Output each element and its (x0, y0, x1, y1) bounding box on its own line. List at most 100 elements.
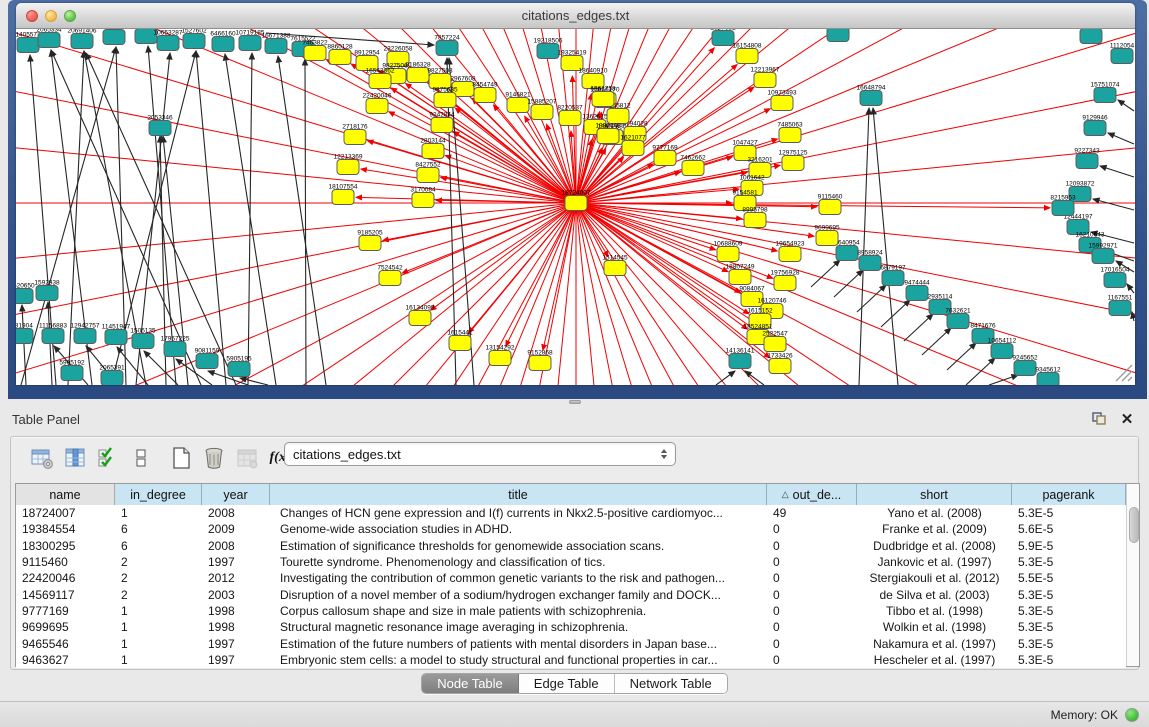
close-panel-button[interactable]: ✕ (1117, 410, 1137, 428)
network-node[interactable] (559, 111, 581, 126)
network-node[interactable] (1109, 301, 1131, 316)
network-node[interactable] (103, 30, 125, 45)
select-columns-button[interactable] (62, 445, 88, 471)
network-node[interactable] (265, 39, 287, 54)
network-node[interactable] (196, 354, 218, 369)
network-node[interactable] (61, 366, 83, 381)
network-node[interactable] (531, 105, 553, 120)
delete-table-button[interactable] (234, 445, 260, 471)
network-node[interactable] (1104, 273, 1126, 288)
network-node[interactable] (329, 50, 351, 65)
network-node[interactable] (1052, 201, 1074, 216)
network-node[interactable] (736, 49, 758, 64)
network-node[interactable] (779, 247, 801, 262)
network-node[interactable] (779, 128, 801, 143)
network-node[interactable] (729, 354, 751, 369)
column-header-year[interactable]: year (202, 484, 270, 505)
network-node[interactable] (16, 329, 33, 344)
table-settings-button[interactable] (29, 445, 55, 471)
network-node[interactable] (1014, 361, 1036, 376)
network-node[interactable] (764, 337, 786, 352)
network-node[interactable] (1076, 154, 1098, 169)
network-node[interactable] (860, 91, 882, 106)
tab-network-table[interactable]: Network Table (615, 674, 727, 693)
network-node[interactable] (782, 156, 804, 171)
network-node[interactable] (157, 36, 179, 51)
network-node[interactable] (1080, 29, 1102, 44)
table-row[interactable]: 977716911998Corpus callosum shape and si… (16, 603, 1126, 619)
network-node[interactable] (754, 73, 776, 88)
network-node[interactable] (744, 213, 766, 228)
tab-node-table[interactable]: Node Table (422, 674, 519, 693)
network-node[interactable] (449, 336, 471, 351)
network-window-titlebar[interactable]: citations_edges.txt (16, 3, 1135, 29)
close-window-button[interactable] (26, 10, 38, 22)
network-node[interactable] (36, 286, 58, 301)
network-node[interactable] (769, 359, 791, 374)
column-header-in_degree[interactable]: in_degree (115, 484, 202, 505)
table-row[interactable]: 946554611997Estimation of the future num… (16, 635, 1126, 651)
network-node[interactable] (17, 38, 39, 53)
network-node[interactable] (228, 362, 250, 377)
network-node[interactable] (304, 46, 326, 61)
new-table-button[interactable] (168, 445, 194, 471)
network-node[interactable] (607, 109, 629, 124)
network-node[interactable] (819, 200, 841, 215)
network-node[interactable] (882, 271, 904, 286)
network-node[interactable] (409, 311, 431, 326)
network-node[interactable] (183, 34, 205, 49)
column-header-out_degree[interactable]: △out_de... (767, 484, 857, 505)
network-node[interactable] (1111, 49, 1133, 64)
network-node[interactable] (1037, 373, 1059, 386)
delete-rows-button[interactable] (201, 445, 227, 471)
network-node[interactable] (132, 334, 154, 349)
network-node[interactable] (836, 246, 858, 261)
network-node[interactable] (407, 68, 429, 83)
table-scrollbar[interactable] (1126, 484, 1139, 666)
minimize-window-button[interactable] (45, 10, 57, 22)
float-panel-button[interactable] (1089, 410, 1109, 428)
network-node[interactable] (592, 92, 614, 107)
network-node[interactable] (212, 37, 234, 52)
table-row[interactable]: 911546021997Tourette syndrome. Phenomeno… (16, 554, 1126, 570)
network-node[interactable] (359, 236, 381, 251)
table-row[interactable]: 2242004622012Investigating the contribut… (16, 570, 1126, 586)
column-header-title[interactable]: title (270, 484, 767, 505)
network-node[interactable] (434, 93, 456, 108)
network-node[interactable] (1092, 249, 1114, 264)
network-node[interactable] (101, 371, 123, 386)
network-node[interactable] (369, 74, 391, 89)
network-node[interactable] (774, 276, 796, 291)
table-row[interactable]: 969969511998Structural magnetic resonanc… (16, 619, 1126, 635)
network-node[interactable] (344, 130, 366, 145)
merge-rows-button[interactable] (128, 445, 154, 471)
network-node[interactable] (422, 144, 444, 159)
network-node[interactable] (71, 34, 93, 49)
network-canvas[interactable]: 1405572206533420691406160538092053312106… (16, 29, 1135, 385)
network-node[interactable] (164, 342, 186, 357)
select-rows-button[interactable] (95, 445, 121, 471)
table-row[interactable]: 1938455462009Genome-wide association stu… (16, 521, 1126, 537)
splitter-handle-icon[interactable] (569, 400, 581, 404)
network-node[interactable] (622, 141, 644, 156)
network-node[interactable] (816, 231, 838, 246)
network-node[interactable] (604, 261, 626, 276)
network-node[interactable] (991, 344, 1013, 359)
network-node[interactable] (332, 190, 354, 205)
tab-edge-table[interactable]: Edge Table (519, 674, 615, 693)
network-node[interactable] (436, 41, 458, 56)
zoom-window-button[interactable] (64, 10, 76, 22)
network-node[interactable] (412, 193, 434, 208)
network-node[interactable] (717, 247, 739, 262)
network-node[interactable] (431, 118, 453, 133)
network-node[interactable] (417, 168, 439, 183)
network-node[interactable] (682, 161, 704, 176)
network-node[interactable] (149, 121, 171, 136)
table-row[interactable]: 1872400712008Changes of HCN gene express… (16, 505, 1126, 521)
network-node[interactable] (16, 289, 33, 304)
column-header-name[interactable]: name (16, 484, 115, 505)
network-node[interactable] (827, 29, 849, 42)
network-node[interactable] (489, 351, 511, 366)
network-node[interactable] (712, 31, 734, 46)
network-node[interactable] (906, 286, 928, 301)
